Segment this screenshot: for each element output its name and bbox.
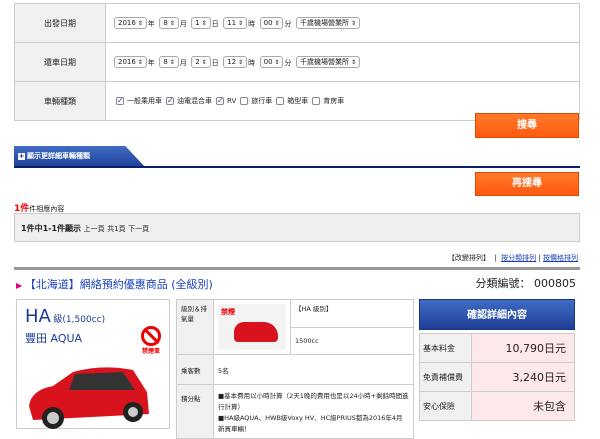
class-name: HA: [25, 306, 51, 327]
price-row: 免責補償費 3,240日元: [419, 362, 575, 392]
seats-label: 乘客數: [176, 354, 214, 385]
class-code: 分類編號： 000805: [476, 275, 577, 291]
return-label: 還車日期: [14, 42, 106, 82]
return-minute-select[interactable]: 00: [259, 56, 284, 68]
unit: 時: [248, 58, 256, 67]
sort-by-price-link[interactable]: 按價格排列: [543, 254, 578, 262]
section-rule: [14, 267, 580, 270]
research-button[interactable]: 再搜尋: [475, 172, 579, 196]
vehicle-type-checkbox[interactable]: ✓: [216, 96, 224, 105]
title-text: 【北海道】網絡預約優惠商品 (全級別): [24, 278, 213, 291]
code-value: 000805: [534, 277, 576, 290]
return-year-select[interactable]: 2016: [114, 56, 147, 68]
unit: 日: [211, 19, 219, 28]
no-smoking-badge: 禁煙: [221, 308, 235, 316]
return-month-select[interactable]: 8: [159, 56, 179, 68]
point-item: ■基本費用以小時計算（2天1晚的費用也是以24小時+剩餘時間進行計算）: [218, 392, 409, 411]
price-label: 安心保險: [419, 391, 472, 421]
vehicle-type-label: 旅行車: [251, 97, 273, 105]
vehicle-type-checkbox[interactable]: ✓: [166, 96, 174, 105]
vehicle-type-label: 箱型車: [287, 97, 309, 105]
page-total: 共1頁: [107, 225, 126, 233]
price-table: 基本料金 10,790日元 免責補償費 3,240日元 安心保險 未包含: [419, 333, 575, 421]
unit: 年: [147, 58, 155, 67]
count-suffix: 件相應內容: [29, 205, 65, 213]
search-button[interactable]: 搜尋: [475, 113, 579, 138]
vehicle-type-label: 一般乘用車: [127, 97, 162, 105]
search-form: 出發日期 2016年 8月 1日 11時 00分 千歲機場營業所 還車日期 20…: [14, 3, 580, 121]
sort-by-class-link[interactable]: 按分類排列: [501, 254, 536, 262]
tab-label: 顯示更詳細車輛種類: [27, 152, 90, 160]
price-value: 3,240日元: [471, 362, 575, 392]
unit: 日: [211, 58, 219, 67]
next-page[interactable]: 下一頁: [128, 225, 149, 233]
prev-page[interactable]: 上一頁: [84, 225, 105, 233]
price-row: 基本料金 10,790日元: [419, 333, 575, 363]
price-label: 基本料金: [419, 333, 472, 363]
sort-label: 【改變排列】: [447, 254, 490, 262]
car-card: HA 級(1,500cc) 豐田 AQUA 禁煙車: [16, 299, 170, 429]
result-range: 1件中1-1件顯示: [21, 224, 82, 233]
confirm-details-button[interactable]: 確認詳細內容: [419, 299, 575, 330]
class-value: 【HA 級別】: [290, 299, 414, 328]
seats-value: 5名: [213, 354, 414, 385]
departure-label: 出發日期: [14, 3, 106, 43]
product-title[interactable]: ▶ 【北海道】網絡預約優惠商品 (全級別): [16, 276, 213, 292]
car-image: [29, 367, 149, 429]
unit: 月: [179, 19, 187, 28]
car-thumbnail: 禁煙: [213, 299, 291, 355]
departure-month-select[interactable]: 8: [159, 17, 179, 29]
vehicle-type-label: RV: [227, 97, 237, 105]
departure-minute-select[interactable]: 00: [259, 17, 284, 29]
model-name: 豐田 AQUA: [25, 332, 83, 345]
departure-day-select[interactable]: 1: [191, 17, 211, 29]
sort-links: 【改變排列】 | 按分類排列 | 按價格排列: [448, 253, 578, 263]
price-value: 未包含: [471, 391, 575, 421]
point-item: ■HA級AQUA、HWB級Voxy HV、HC級PRIUS都為2016年4月新買…: [218, 414, 403, 433]
plus-icon: +: [18, 152, 25, 160]
departure-year-select[interactable]: 2016: [114, 17, 147, 29]
vehicle-type-checkbox[interactable]: [240, 96, 249, 105]
vehicle-type-checkbox[interactable]: [312, 96, 321, 105]
sep: |: [538, 254, 541, 262]
class-label: 級別＆排氣量: [176, 299, 214, 355]
pagination-box: 1件中1-1件顯示 上一頁 共1頁 下一頁: [14, 213, 580, 242]
cc-value: 1500cc: [290, 326, 414, 355]
unit: 分: [284, 19, 292, 28]
return-hour-select[interactable]: 12: [223, 56, 248, 68]
vehicle-type-label: 育房車: [323, 97, 345, 105]
unit: 時: [248, 19, 256, 28]
vehicle-type-checkbox[interactable]: ✓: [116, 96, 124, 105]
vehicle-type-label: 車輛種類: [14, 81, 106, 121]
price-value: 10,790日元: [471, 333, 575, 363]
return-office-select[interactable]: 千歲機場營業所: [296, 56, 360, 68]
return-day-select[interactable]: 2: [191, 56, 211, 68]
show-more-vehicle-types-tab[interactable]: + 顯示更詳細車輛種類: [14, 146, 145, 167]
class-suffix: 級(1,500cc): [53, 315, 106, 325]
unit: 月: [179, 58, 187, 67]
arrow-icon: ▶: [16, 281, 25, 290]
spec-table: 級別＆排氣量 禁煙 【HA 級別】 1500cc 乘客數 5名 積分點 ■基本費用以…: [176, 299, 414, 439]
no-smoking-label: 禁煙車: [141, 348, 160, 355]
points-label: 積分點: [176, 384, 214, 439]
no-smoking-icon: 禁煙車: [141, 326, 161, 355]
unit: 年: [147, 19, 155, 28]
vehicle-type-checkbox[interactable]: [276, 96, 285, 105]
code-label: 分類編號：: [475, 277, 531, 290]
departure-office-select[interactable]: 千歲機場營業所: [296, 17, 360, 29]
departure-hour-select[interactable]: 11: [223, 17, 248, 29]
sep: |: [494, 254, 497, 262]
divider: [14, 166, 580, 168]
unit: 分: [284, 58, 292, 67]
vehicle-type-label: 油電混合車: [177, 97, 212, 105]
price-row: 安心保險 未包含: [419, 391, 575, 421]
price-label: 免責補償費: [419, 362, 472, 392]
